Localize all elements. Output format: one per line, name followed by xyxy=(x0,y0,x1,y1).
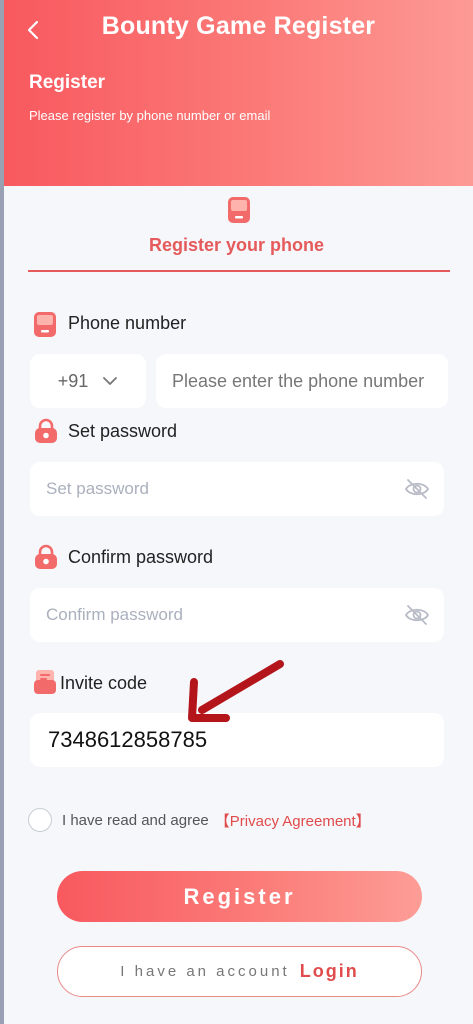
have-account-text: I have an account xyxy=(120,963,290,980)
tab-register-phone[interactable]: Register your phone xyxy=(0,235,473,256)
agree-checkbox[interactable] xyxy=(28,808,52,832)
phone-number-label: Phone number xyxy=(68,313,187,333)
set-password-input[interactable]: Set password xyxy=(30,462,444,516)
confirm-password-label: Confirm password xyxy=(68,547,214,567)
lock-icon xyxy=(35,418,57,443)
set-password-label: Set password xyxy=(68,421,178,441)
annotation-arrow-icon xyxy=(188,660,284,722)
phone-number-input[interactable]: Please enter the phone number xyxy=(156,354,448,408)
invite-icon xyxy=(34,670,56,694)
privacy-agreement-link[interactable]: 【Privacy Agreement】 xyxy=(215,810,371,831)
chevron-down-icon xyxy=(103,377,118,385)
agreement-text: I have read and agree xyxy=(62,811,209,829)
agreement-row: I have read and agree 【Privacy Agreement… xyxy=(28,808,371,832)
phone-tab-icon[interactable] xyxy=(227,196,251,224)
country-code-select[interactable]: +91 xyxy=(30,354,146,408)
eye-off-icon[interactable] xyxy=(404,603,430,627)
page-title: Bounty Game Register xyxy=(101,12,376,40)
register-subtitle: Please register by phone number or email xyxy=(29,108,271,123)
register-heading: Register xyxy=(29,72,106,93)
country-code-value: +91 xyxy=(57,370,89,391)
set-password-placeholder: Set password xyxy=(46,479,149,498)
login-link[interactable]: Login xyxy=(300,961,359,982)
header-banner: Bounty Game Register Register Please reg… xyxy=(4,0,473,186)
invite-code-label: Invite code xyxy=(60,673,148,693)
register-button[interactable]: Register xyxy=(57,871,422,922)
eye-off-icon[interactable] xyxy=(404,477,430,501)
phone-icon xyxy=(34,312,56,337)
confirm-password-placeholder: Confirm password xyxy=(46,605,183,624)
tab-underline xyxy=(28,270,450,272)
confirm-password-input[interactable]: Confirm password xyxy=(30,588,444,642)
lock-icon xyxy=(35,544,57,569)
login-button[interactable]: I have an account Login xyxy=(57,946,422,997)
